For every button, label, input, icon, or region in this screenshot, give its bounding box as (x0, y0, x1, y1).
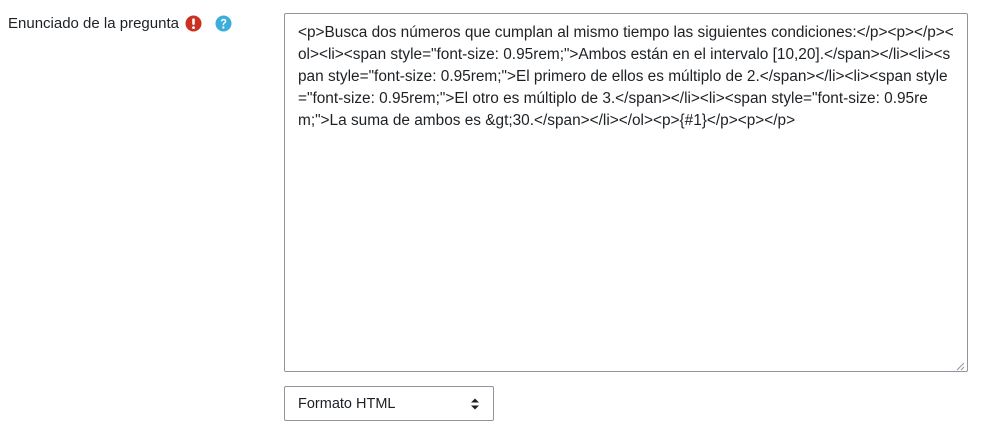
question-text-form-row: Enunciado de la pregunta <p>Busca dos nú… (0, 0, 1006, 430)
exclamation-circle-icon (185, 14, 203, 32)
question-circle-icon[interactable] (215, 14, 233, 32)
resize-grip-icon[interactable] (955, 361, 965, 371)
sort-caret-icon (468, 396, 482, 412)
format-select-value: Formato HTML (298, 395, 396, 412)
field-label: Enunciado de la pregunta (8, 14, 179, 32)
format-select[interactable]: Formato HTML (284, 386, 494, 421)
question-text-editor[interactable]: <p>Busca dos números que cumplan al mism… (284, 13, 968, 372)
field-label-area: Enunciado de la pregunta (8, 12, 233, 34)
